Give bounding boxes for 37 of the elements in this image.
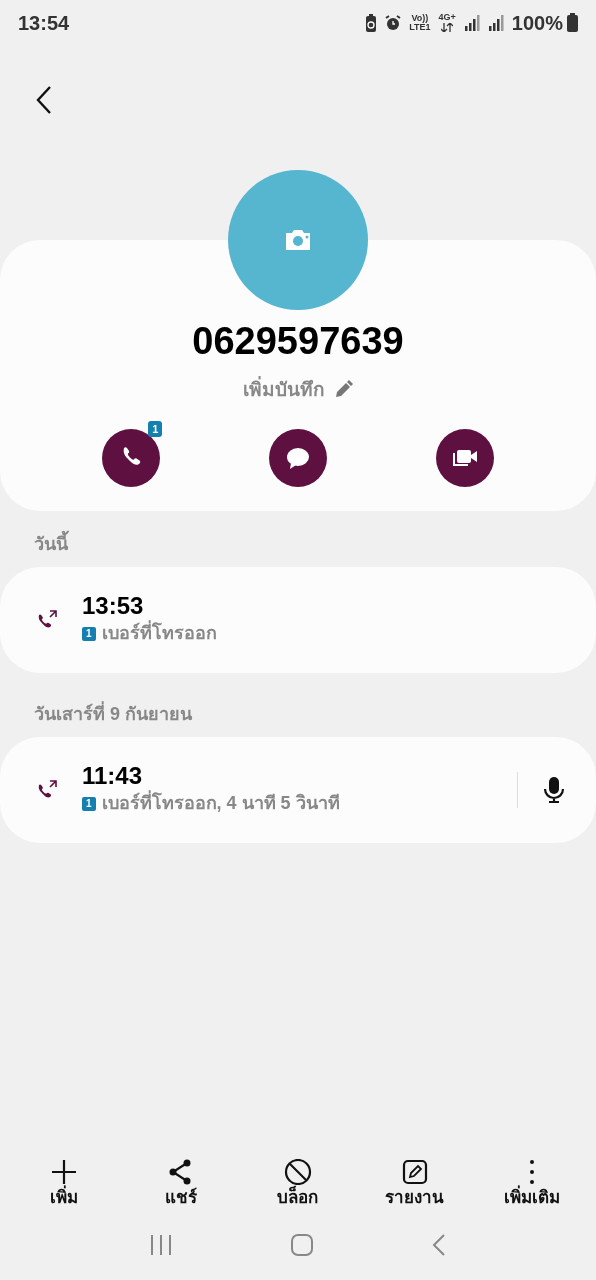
call-time: 13:53: [82, 591, 145, 620]
sim-badge: 1: [148, 420, 163, 437]
signal-icon: [487, 14, 504, 31]
date-header: วันนี้: [0, 510, 596, 567]
home-icon[interactable]: [290, 1233, 314, 1257]
network-label: 4G+: [438, 13, 456, 23]
signal-icon: [463, 14, 480, 31]
more-options-icon: [529, 1158, 534, 1185]
call-detail: เบอร์ที่โทรออก, 4 นาที 5 วินาที: [101, 790, 340, 818]
volte-label: Vo)): [411, 13, 429, 23]
message-button[interactable]: [269, 428, 327, 487]
camera-icon: [283, 228, 313, 252]
battery-percent: 100%: [511, 10, 563, 36]
more-button[interactable]: เพิ่มเติม: [476, 1158, 587, 1210]
sim-badge: 1: [82, 796, 96, 811]
recent-apps-icon[interactable]: [148, 1234, 173, 1256]
block-button[interactable]: บล็อก: [243, 1158, 353, 1210]
phone-number: 0629597639: [191, 322, 405, 360]
data-arrows-icon: [441, 22, 454, 32]
battery-icon: [567, 13, 578, 32]
plus-icon: [50, 1158, 79, 1185]
block-icon: [284, 1158, 312, 1185]
alarm-icon: [385, 14, 402, 31]
microphone-icon[interactable]: [542, 775, 566, 804]
call-log-card[interactable]: 11:43 1 เบอร์ที่โทรออก, 4 นาที 5 วินาที: [0, 736, 596, 843]
share-button[interactable]: แชร์: [126, 1158, 237, 1210]
report-button[interactable]: รายงาน: [359, 1158, 470, 1210]
call-time: 11:43: [82, 761, 144, 790]
battery-saver-icon: [365, 13, 378, 32]
clock-time: 13:54: [18, 10, 70, 36]
lte-label: LTE1: [409, 22, 431, 32]
sim-badge: 1: [82, 626, 96, 641]
edit-icon: [400, 1158, 429, 1185]
date-header: วันเสาร์ที่ 9 กันยายน: [33, 700, 193, 726]
call-detail: เบอร์ที่โทรออก: [101, 620, 217, 648]
add-button[interactable]: เพิ่ม: [9, 1158, 120, 1210]
call-log-card[interactable]: 13:53 1 เบอร์ที่โทรออก: [0, 566, 596, 673]
